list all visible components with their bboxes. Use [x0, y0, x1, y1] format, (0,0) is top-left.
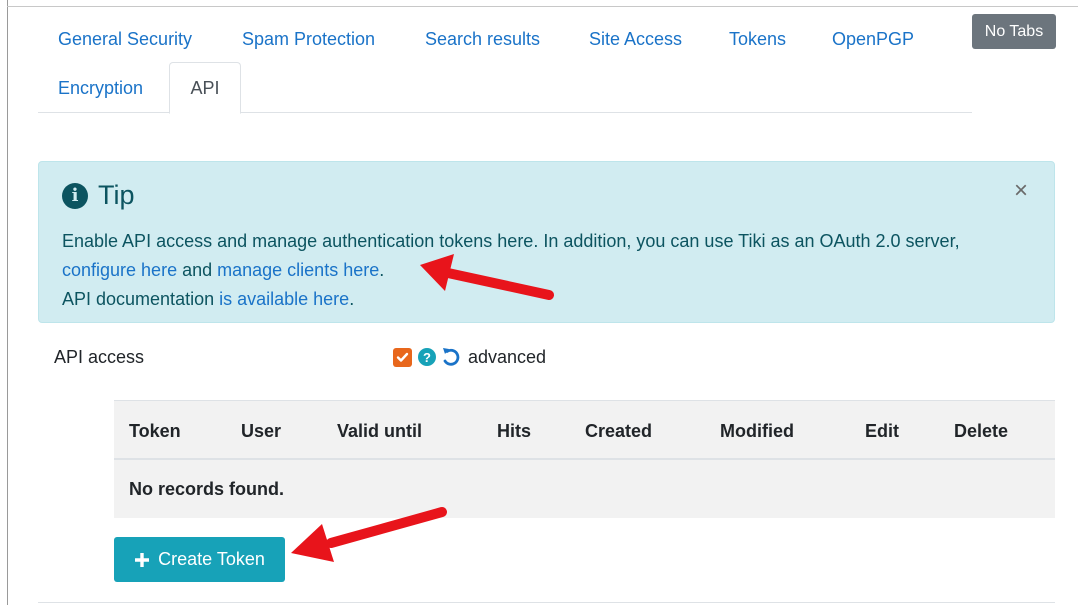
column-header-valid-until[interactable]: Valid until — [337, 401, 422, 461]
close-icon[interactable]: × — [1014, 179, 1028, 203]
info-icon: i — [62, 182, 88, 209]
tab-search-results[interactable]: Search results — [425, 29, 540, 50]
tip-text-period: . — [379, 260, 385, 280]
column-header-delete: Delete — [954, 421, 1009, 441]
annotation-arrow-icon — [420, 254, 554, 300]
create-token-button[interactable]: Create Token — [114, 537, 285, 582]
window-left-border — [7, 0, 8, 605]
table-row: No records found. — [114, 460, 1055, 518]
window-top-border — [7, 6, 1078, 7]
tab-api[interactable]: API — [169, 62, 241, 114]
no-records-text: No records found. — [129, 479, 285, 499]
tip-text-and: and — [177, 260, 218, 280]
configure-link[interactable]: configure here — [62, 260, 177, 280]
reset-icon[interactable] — [440, 346, 462, 368]
api-access-controls: ? advanced — [393, 345, 546, 369]
api-access-label: API access — [54, 347, 145, 367]
tip-docs-text: API documentation — [62, 289, 220, 309]
create-token-label: Create Token — [158, 549, 265, 569]
tab-site-access[interactable]: Site Access — [589, 29, 682, 50]
column-header-modified[interactable]: Modified — [720, 401, 794, 461]
api-docs-link[interactable]: is available here — [219, 289, 349, 309]
api-access-checkbox[interactable] — [393, 347, 412, 367]
column-header-hits[interactable]: Hits — [497, 401, 531, 461]
column-header-created[interactable]: Created — [585, 401, 652, 461]
tab-tokens[interactable]: Tokens — [729, 29, 786, 50]
plus-icon — [134, 552, 150, 568]
no-tabs-button[interactable]: No Tabs — [972, 14, 1056, 49]
table-header: Token User Valid until Hits Created Modi… — [114, 400, 1055, 460]
tip-title: Tip — [98, 180, 135, 210]
bottom-divider — [38, 602, 1055, 603]
tip-docs-period: . — [349, 289, 355, 309]
column-header-edit: Edit — [865, 421, 899, 441]
tokens-table: Token User Valid until Hits Created Modi… — [114, 400, 1055, 518]
tip-heading: i Tip — [62, 180, 135, 211]
annotation-arrow-icon — [291, 507, 447, 562]
manage-clients-link[interactable]: manage clients here — [217, 260, 379, 280]
help-icon[interactable]: ? — [418, 348, 436, 366]
advanced-label: advanced — [468, 346, 547, 367]
column-header-token[interactable]: Token — [129, 401, 181, 461]
tab-openpgp[interactable]: OpenPGP — [832, 29, 914, 50]
tab-spam-protection[interactable]: Spam Protection — [242, 29, 375, 50]
tab-encryption[interactable]: Encryption — [58, 78, 143, 99]
tab-general-security[interactable]: General Security — [58, 29, 192, 50]
column-header-user[interactable]: User — [241, 401, 281, 461]
